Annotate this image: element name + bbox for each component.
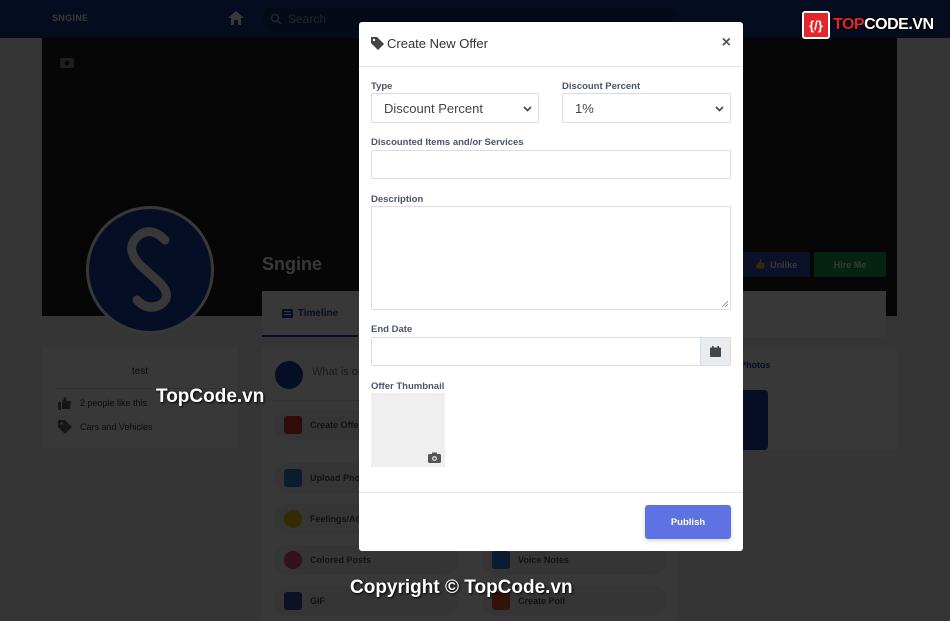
tag-icon bbox=[371, 37, 384, 50]
type-label: Type bbox=[371, 81, 393, 92]
discount-percent-select[interactable]: 1% bbox=[562, 93, 731, 123]
date-picker-button[interactable] bbox=[700, 338, 730, 365]
modal-title: Create New Offer bbox=[387, 36, 488, 51]
logo-text-accent: TOP bbox=[833, 16, 865, 33]
discounted-items-label: Discounted Items and/or Services bbox=[371, 137, 524, 148]
logo-text: TOPCODE.VN bbox=[833, 16, 934, 34]
discounted-items-input[interactable] bbox=[371, 150, 731, 179]
discount-percent-label: Discount Percent bbox=[562, 81, 641, 92]
logo-text-rest: CODE.VN bbox=[864, 16, 934, 33]
description-label: Description bbox=[371, 194, 424, 205]
offer-thumbnail-upload[interactable] bbox=[371, 393, 445, 467]
resize-handle-icon[interactable] bbox=[722, 301, 728, 307]
chevron-down-icon bbox=[715, 106, 724, 112]
discount-percent-value: 1% bbox=[575, 100, 594, 116]
modal-footer-divider bbox=[359, 492, 743, 493]
code-bracket-icon: {/} bbox=[802, 11, 830, 39]
modal-header: Create New Offer × bbox=[359, 22, 743, 67]
offer-thumbnail-label: Offer Thumbnail bbox=[371, 381, 445, 392]
topcode-logo: {/} TOPCODE.VN bbox=[802, 11, 934, 39]
publish-button[interactable]: Publish bbox=[645, 505, 731, 539]
end-date-label: End Date bbox=[371, 324, 413, 335]
end-date-input[interactable] bbox=[371, 337, 731, 366]
calendar-icon bbox=[710, 346, 721, 357]
camera-icon[interactable] bbox=[428, 452, 441, 463]
chevron-down-icon bbox=[523, 106, 532, 112]
close-icon[interactable]: × bbox=[722, 35, 731, 51]
description-textarea[interactable] bbox=[371, 206, 731, 310]
type-value: Discount Percent bbox=[384, 100, 483, 116]
create-offer-modal: Create New Offer × Type Discount Percent… bbox=[359, 22, 743, 551]
type-select[interactable]: Discount Percent bbox=[371, 93, 539, 123]
